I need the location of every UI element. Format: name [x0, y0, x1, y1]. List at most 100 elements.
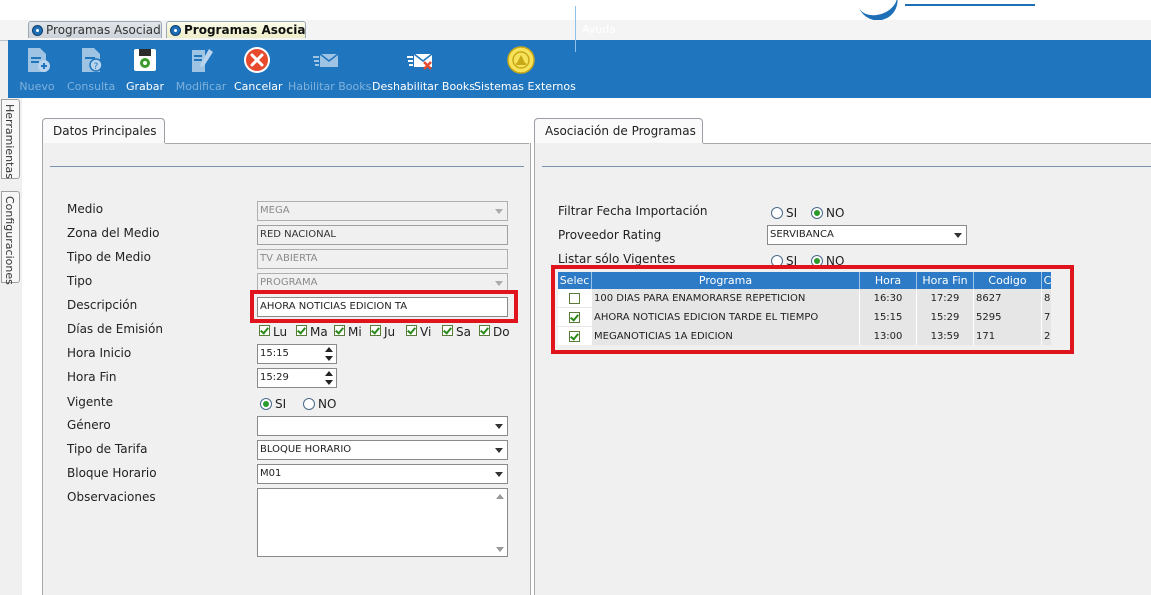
day-label: Mi [348, 325, 362, 339]
chevron-down-icon [495, 209, 503, 214]
panel-top-border [165, 143, 529, 144]
grabar-label: Grabar [126, 80, 165, 93]
vigente-no-label: NO [318, 397, 337, 411]
tipo-tarifa-select[interactable]: BLOQUE HORARIO [257, 440, 508, 460]
side-tab-herramientas[interactable]: Herramientas [1, 99, 20, 179]
tab-logo-icon [170, 25, 181, 36]
tipo-value: PROGRAMA [260, 277, 318, 288]
dias-label: Días de Emisión [67, 322, 163, 336]
hora-inicio-stepper[interactable]: 15:15 [257, 344, 337, 364]
tipo-tarifa-value: BLOQUE HORARIO [260, 444, 352, 455]
observaciones-label: Observaciones [67, 490, 156, 504]
chevron-down-icon [954, 233, 962, 238]
day-checkbox-4[interactable] [406, 325, 417, 336]
day-label: Vi [420, 325, 432, 339]
sistemas-externos-button[interactable]: Sistemas Externos [474, 40, 576, 98]
nuevo-label: Nuevo [19, 80, 55, 93]
sistemas-externos-label: Sistemas Externos [474, 80, 576, 93]
vigente-no-radio[interactable] [303, 398, 315, 410]
filtrar-si-radio[interactable] [771, 207, 783, 219]
spin-arrows-icon[interactable] [325, 370, 333, 386]
tab-logo-icon [32, 25, 43, 36]
chevron-down-icon [495, 424, 503, 429]
side-tab-label: Configuraciones [3, 196, 16, 285]
tab-programas-asociados-2[interactable]: Programas Asociados [166, 21, 306, 38]
bloque-horario-value: M01 [260, 468, 282, 479]
chevron-down-icon [495, 472, 503, 477]
panel-divider [542, 166, 1151, 167]
ayuda-link[interactable]: Ayuda [582, 23, 616, 36]
cancelar-label: Cancelar [234, 80, 283, 93]
tipo-medio-field[interactable]: TV ABIERTA [257, 249, 508, 269]
document-add-icon [28, 48, 50, 72]
bloque-horario-select[interactable]: M01 [257, 464, 508, 484]
day-checkbox-3[interactable] [370, 325, 381, 336]
cancel-icon [244, 47, 270, 73]
filtrar-si-label: SI [786, 206, 798, 220]
day-checkbox-5[interactable] [442, 325, 453, 336]
filtrar-label: Filtrar Fecha Importación [558, 204, 708, 218]
tipo-medio-label: Tipo de Medio [67, 250, 151, 264]
modificar-label: Modificar [175, 80, 227, 93]
day-checkbox-0[interactable] [259, 325, 270, 336]
svg-text:?: ? [94, 62, 99, 72]
proveedor-value: SERVIBANCA [770, 229, 834, 240]
save-icon [134, 49, 156, 71]
vigente-si-radio[interactable] [260, 398, 272, 410]
day-label: Sa [456, 325, 471, 339]
vigente-si-label: SI [275, 397, 287, 411]
highlight-grid [551, 265, 1074, 354]
modificar-button[interactable]: Modificar [175, 40, 227, 98]
medio-label: Medio [67, 202, 104, 216]
external-systems-icon [507, 46, 535, 74]
side-tab-label: Herramientas [3, 104, 16, 179]
genero-select[interactable] [257, 416, 508, 436]
filtrar-no-radio[interactable] [811, 207, 823, 219]
zona-field[interactable]: RED NACIONAL [257, 225, 508, 245]
consulta-label: Consulta [67, 80, 116, 93]
hora-fin-stepper[interactable]: 15:29 [257, 368, 337, 388]
day-checkbox-1[interactable] [296, 325, 307, 336]
vigente-label: Vigente [67, 395, 113, 409]
zona-label: Zona del Medio [67, 226, 160, 240]
proveedor-select[interactable]: SERVIBANCA [767, 225, 967, 245]
asociacion-programas-tab[interactable]: Asociación de Programas [534, 118, 703, 143]
panel-divider [50, 166, 524, 167]
deshabilitar-books-button[interactable]: Deshabilitar Books [372, 40, 476, 98]
day-label: Lu [273, 325, 288, 339]
deshabilitar-books-label: Deshabilitar Books [372, 80, 476, 93]
filtrar-no-label: NO [826, 206, 845, 220]
toolbar-separator [575, 6, 576, 52]
day-label: Do [493, 325, 510, 339]
document-search-icon: ? [82, 48, 103, 72]
hora-inicio-label: Hora Inicio [67, 346, 132, 360]
day-checkbox-6[interactable] [479, 325, 490, 336]
mail-enable-icon [313, 53, 339, 67]
tab-programas-asociados-1[interactable]: Programas Asociados [28, 21, 162, 38]
spin-arrows-icon[interactable] [325, 346, 333, 362]
observaciones-textarea[interactable] [257, 488, 508, 557]
chevron-down-icon [495, 281, 503, 286]
tipo-label: Tipo [67, 274, 93, 288]
consulta-button[interactable]: ? Consulta [67, 40, 115, 98]
scrollbar[interactable] [494, 490, 506, 556]
day-label: Ma [310, 325, 328, 339]
habilitar-books-label: Habilitar Books [288, 80, 372, 93]
tab-label: Programas Asociados [46, 23, 162, 37]
hora-fin-value: 15:29 [260, 372, 289, 383]
edit-icon [192, 49, 213, 72]
side-tab-configuraciones[interactable]: Configuraciones [1, 191, 20, 285]
datos-principales-tab[interactable]: Datos Principales [42, 118, 165, 143]
tipo-medio-value: TV ABIERTA [260, 253, 318, 264]
medio-select[interactable]: MEGA [257, 201, 508, 221]
cancelar-button[interactable]: Cancelar [234, 40, 283, 98]
day-checkbox-2[interactable] [334, 325, 345, 336]
habilitar-books-button[interactable]: Habilitar Books [288, 40, 372, 98]
grabar-button[interactable]: Grabar [126, 40, 164, 98]
listar-label: Listar sólo Vigentes [558, 252, 676, 266]
panel-top-border [703, 143, 1151, 144]
chevron-down-icon [495, 448, 503, 453]
tipo-tarifa-label: Tipo de Tarifa [67, 442, 148, 456]
nuevo-button[interactable]: Nuevo [19, 40, 55, 98]
tab-label: Programas Asociados [184, 23, 306, 37]
